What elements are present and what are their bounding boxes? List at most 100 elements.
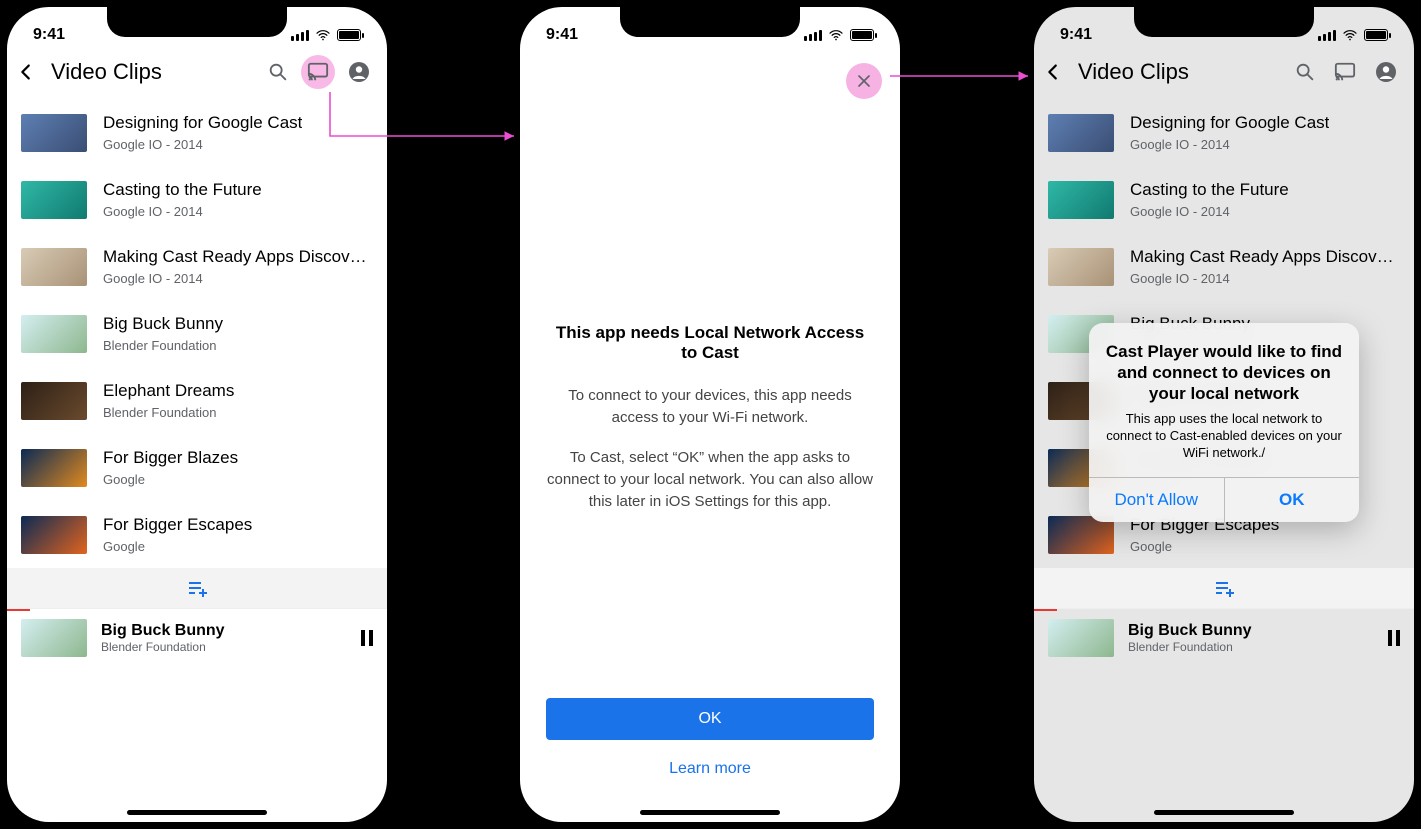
- queue-button[interactable]: [7, 568, 387, 608]
- pause-button[interactable]: [361, 630, 373, 646]
- list-item[interactable]: Designing for Google Cast Google IO - 201…: [7, 99, 387, 166]
- mini-title: Big Buck Bunny: [1128, 622, 1252, 640]
- cast-button[interactable]: [301, 55, 335, 89]
- chevron-left-icon: [1042, 61, 1064, 83]
- progress-bar: [1034, 609, 1057, 611]
- video-title: Casting to the Future: [1130, 180, 1289, 200]
- video-subtitle: Blender Foundation: [103, 338, 223, 353]
- video-thumbnail: [1048, 181, 1114, 219]
- phone-notch: [107, 7, 287, 37]
- cast-icon: [1334, 61, 1356, 83]
- queue-button[interactable]: [1034, 568, 1414, 608]
- wifi-icon: [1342, 29, 1358, 41]
- video-thumbnail: [21, 315, 87, 353]
- flow-arrow-2: [888, 66, 1036, 86]
- wifi-icon: [315, 29, 331, 41]
- interstitial-text-2: To Cast, select “OK” when the app asks t…: [546, 447, 874, 513]
- back-button[interactable]: [13, 61, 39, 83]
- search-button[interactable]: [1294, 61, 1316, 83]
- avatar-icon: [347, 60, 371, 84]
- search-icon: [1294, 61, 1316, 83]
- account-button[interactable]: [347, 60, 371, 84]
- learn-more-link[interactable]: Learn more: [669, 760, 751, 778]
- alert-message: This app uses the local network to conne…: [1105, 410, 1343, 461]
- video-title: Big Buck Bunny: [103, 314, 223, 334]
- search-button[interactable]: [267, 61, 289, 83]
- video-title: Designing for Google Cast: [103, 113, 302, 133]
- chevron-left-icon: [15, 61, 37, 83]
- video-thumbnail: [21, 382, 87, 420]
- mini-subtitle: Blender Foundation: [101, 640, 225, 654]
- home-indicator[interactable]: [1154, 810, 1294, 815]
- video-thumbnail: [21, 181, 87, 219]
- playlist-add-icon: [1212, 576, 1236, 600]
- video-title: For Bigger Blazes: [103, 448, 238, 468]
- mini-thumbnail: [1048, 619, 1114, 657]
- mini-subtitle: Blender Foundation: [1128, 640, 1252, 654]
- home-indicator[interactable]: [127, 810, 267, 815]
- battery-icon: [850, 29, 874, 41]
- video-title: For Bigger Escapes: [103, 515, 252, 535]
- mini-player[interactable]: Big Buck Bunny Blender Foundation: [1034, 608, 1414, 681]
- status-time: 9:41: [546, 26, 578, 44]
- status-time: 9:41: [1060, 26, 1092, 44]
- alert-title: Cast Player would like to find and conne…: [1105, 341, 1343, 404]
- video-subtitle: Blender Foundation: [103, 405, 234, 420]
- back-button[interactable]: [1040, 61, 1066, 83]
- video-subtitle: Google IO - 2014: [103, 137, 302, 152]
- interstitial-text-1: To connect to your devices, this app nee…: [546, 385, 874, 429]
- video-thumbnail: [21, 248, 87, 286]
- video-thumbnail: [21, 516, 87, 554]
- pause-icon: [1388, 630, 1392, 646]
- close-button[interactable]: [846, 63, 882, 99]
- cellular-icon: [804, 29, 822, 41]
- wifi-icon: [828, 29, 844, 41]
- account-button[interactable]: [1374, 60, 1398, 84]
- video-thumbnail: [1048, 114, 1114, 152]
- video-title: Making Cast Ready Apps Discover...: [103, 247, 373, 267]
- page-title: Video Clips: [1078, 59, 1284, 85]
- video-thumbnail: [21, 449, 87, 487]
- playlist-add-icon: [185, 576, 209, 600]
- cellular-icon: [291, 29, 309, 41]
- alert-allow-button[interactable]: OK: [1225, 478, 1360, 522]
- ok-button[interactable]: OK: [546, 698, 874, 740]
- home-indicator[interactable]: [640, 810, 780, 815]
- pause-button[interactable]: [1388, 630, 1400, 646]
- list-item[interactable]: For Bigger Escapes Google: [7, 501, 387, 568]
- list-item[interactable]: Designing for Google CastGoogle IO - 201…: [1034, 99, 1414, 166]
- mini-thumbnail: [21, 619, 87, 657]
- video-subtitle: Google IO - 2014: [103, 204, 262, 219]
- mini-title: Big Buck Bunny: [101, 622, 225, 640]
- video-subtitle: Google: [1130, 539, 1279, 554]
- phone-notch: [1134, 7, 1314, 37]
- battery-icon: [1364, 29, 1388, 41]
- status-time: 9:41: [33, 26, 65, 44]
- pause-icon: [361, 630, 365, 646]
- alert-deny-button[interactable]: Don't Allow: [1089, 478, 1225, 522]
- close-icon: [854, 71, 874, 91]
- video-subtitle: Google IO - 2014: [103, 271, 373, 286]
- avatar-icon: [1374, 60, 1398, 84]
- progress-bar: [7, 609, 30, 611]
- ios-permission-alert: Cast Player would like to find and conne…: [1089, 323, 1359, 522]
- video-subtitle: Google IO - 2014: [1130, 271, 1400, 286]
- video-title: Casting to the Future: [103, 180, 262, 200]
- list-item[interactable]: Casting to the Future Google IO - 2014: [7, 166, 387, 233]
- battery-icon: [337, 29, 361, 41]
- video-title: Designing for Google Cast: [1130, 113, 1329, 133]
- video-subtitle: Google IO - 2014: [1130, 204, 1289, 219]
- interstitial-title: This app needs Local Network Access to C…: [546, 323, 874, 363]
- phone-notch: [620, 7, 800, 37]
- video-subtitle: Google: [103, 539, 252, 554]
- mini-player[interactable]: Big Buck Bunny Blender Foundation: [7, 608, 387, 681]
- cast-button[interactable]: [1334, 61, 1356, 83]
- list-item[interactable]: For Bigger BlazesGoogle: [7, 434, 387, 501]
- list-item[interactable]: Big Buck Bunny Blender Foundation: [7, 300, 387, 367]
- list-item[interactable]: Casting to the Future Google IO - 2014: [1034, 166, 1414, 233]
- list-item[interactable]: Making Cast Ready Apps Discover... Google…: [7, 233, 387, 300]
- list-item[interactable]: Making Cast Ready Apps Discover... Google…: [1034, 233, 1414, 300]
- list-item[interactable]: Elephant DreamsBlender Foundation: [7, 367, 387, 434]
- video-thumbnail: [21, 114, 87, 152]
- video-title: Making Cast Ready Apps Discover...: [1130, 247, 1400, 267]
